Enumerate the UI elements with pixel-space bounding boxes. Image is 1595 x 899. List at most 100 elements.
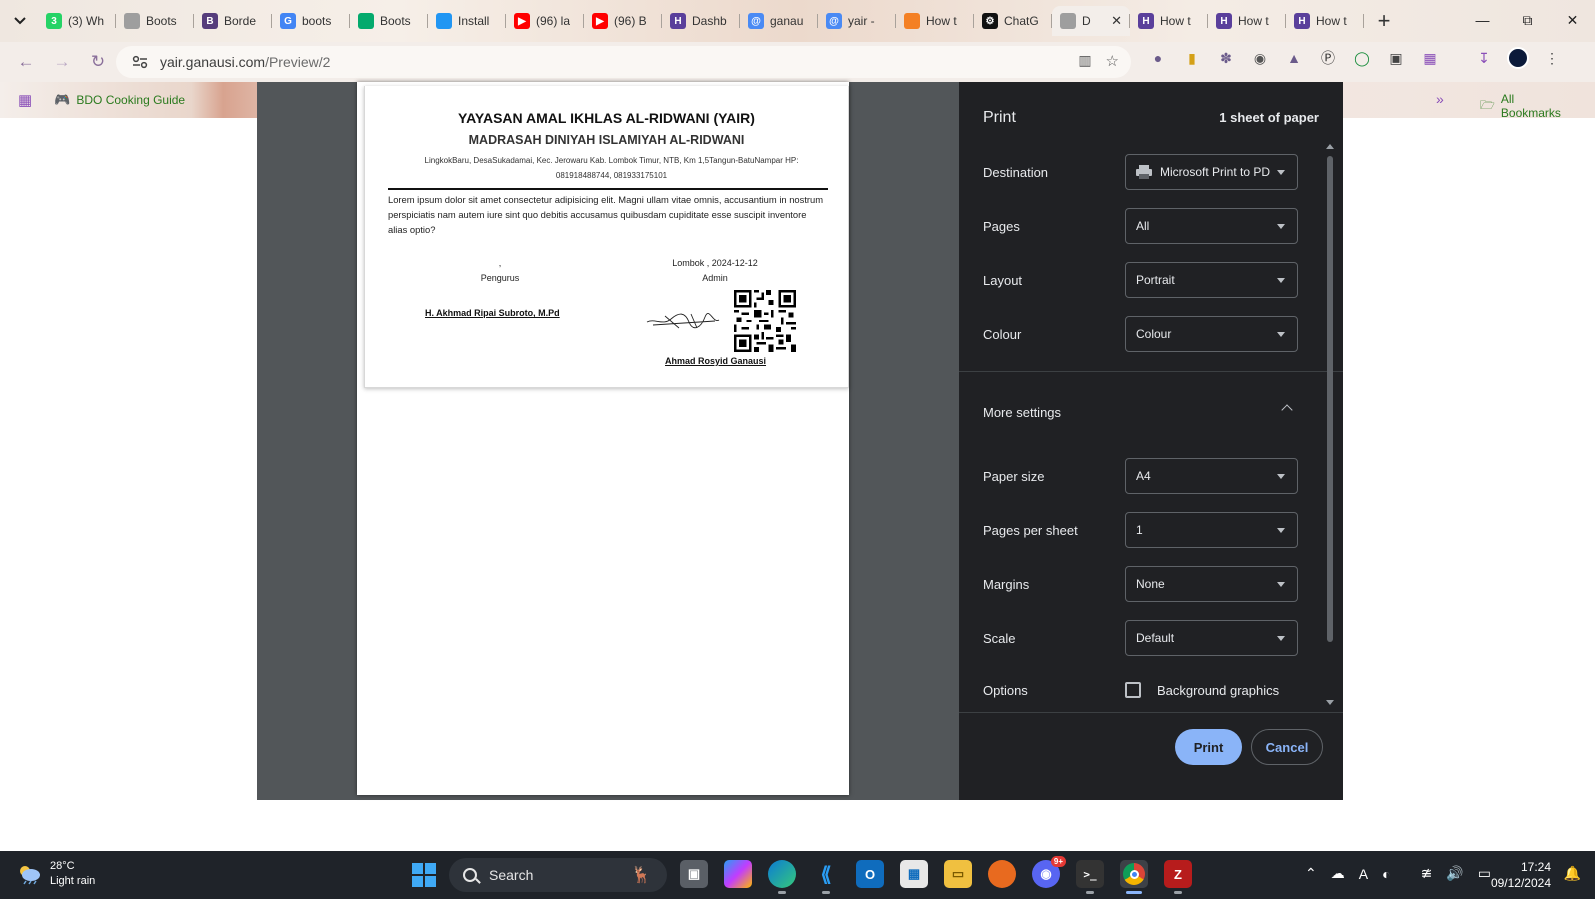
address-bar[interactable]: yair.ganausi.com/Preview/2 ▥ ☆	[116, 46, 1131, 78]
taskbar-search[interactable]: Search 🦌	[449, 858, 667, 892]
chrome-icon[interactable]	[1120, 860, 1148, 894]
browser-tab[interactable]: H How t	[1286, 6, 1364, 36]
preview-page: YAYASAN AMAL IKHLAS AL-RIDWANI (YAIR) MA…	[357, 82, 849, 795]
apps-icon[interactable]: ▦	[18, 91, 32, 109]
copilot-icon[interactable]	[724, 860, 752, 888]
pages-select[interactable]: All	[1125, 208, 1298, 244]
taskbar-apps: ▣ ⟪ O ▦ ▭ ◉ 9+ >_ Z	[680, 856, 1192, 894]
translate-icon[interactable]: ▥	[1078, 52, 1091, 70]
browser-tab[interactable]: ⚙ ChatG	[974, 6, 1052, 36]
tray-overflow-icon[interactable]: ⌃	[1305, 865, 1317, 882]
tab-title: Install	[458, 14, 490, 28]
volume-icon[interactable]: 🔊	[1446, 865, 1463, 882]
extension-icon[interactable]: ▲	[1282, 46, 1306, 70]
destination-select[interactable]: Microsoft Print to PDF	[1125, 154, 1298, 190]
browser-tab[interactable]: Boots	[350, 6, 428, 36]
background-graphics-option[interactable]: Background graphics	[1125, 682, 1279, 698]
profile-avatar[interactable]	[1506, 46, 1530, 70]
bookmark-label: All Bookmarks	[1500, 92, 1561, 120]
extension-icon[interactable]: ✽	[1214, 46, 1238, 70]
battery-icon[interactable]: ▭	[1478, 865, 1491, 882]
restore-button[interactable]: ⧉	[1505, 0, 1550, 40]
task-view-icon[interactable]: ▣	[680, 860, 708, 888]
robot-icon[interactable]: ▣	[1384, 46, 1408, 70]
destination-label: Destination	[983, 164, 1049, 180]
scroll-down-arrow-icon[interactable]	[1326, 700, 1334, 705]
scroll-thumb[interactable]	[1327, 156, 1333, 642]
browser-tab[interactable]: D ✕	[1052, 6, 1130, 36]
notification-bell-icon[interactable]: 🔔	[1564, 865, 1581, 882]
terminal-icon[interactable]: >_	[1076, 860, 1104, 894]
discord-icon[interactable]: ◉ 9+	[1032, 856, 1066, 888]
extension-icon[interactable]: ◯	[1350, 46, 1374, 70]
cancel-button[interactable]: Cancel	[1251, 729, 1323, 765]
reload-button[interactable]: ↻	[82, 46, 114, 78]
outlook-icon[interactable]: O	[856, 860, 884, 888]
site-settings-icon[interactable]	[132, 55, 148, 69]
camera-icon[interactable]: ◉	[1248, 46, 1272, 70]
browser-tab[interactable]: @ ganau	[740, 6, 818, 36]
paper-size-select[interactable]: A4	[1125, 458, 1298, 494]
browser-tab[interactable]: Install	[428, 6, 506, 36]
browser-menu-icon[interactable]: ⋮	[1540, 46, 1564, 70]
background-graphics-checkbox[interactable]	[1125, 682, 1141, 698]
wifi-icon[interactable]: ≇	[1421, 865, 1433, 882]
browser-tab[interactable]: Gboots	[272, 6, 350, 36]
browser-tab[interactable]: B Borde	[194, 6, 272, 36]
extension-icon[interactable]: ●	[1146, 46, 1170, 70]
weather-desc: Light rain	[50, 875, 96, 887]
more-bookmarks-icon[interactable]: »	[1436, 91, 1444, 107]
browser-tab[interactable]: ▶ (96) B	[584, 6, 662, 36]
bookmark-all[interactable]: 🗁 All Bookmarks	[1480, 92, 1573, 120]
filezilla-icon[interactable]: Z	[1164, 860, 1192, 894]
weather-widget[interactable]: 28°C Light rain	[16, 859, 95, 889]
puzzle-icon[interactable]: ▦	[1418, 46, 1442, 70]
browser-toolbar: ← → ↻ yair.ganausi.com/Preview/2 ▥ ☆ ● ▮…	[0, 42, 1595, 82]
folder-icon: 🗁	[1480, 97, 1495, 112]
scroll-up-arrow-icon[interactable]	[1326, 144, 1334, 149]
store-icon[interactable]: ▦	[900, 860, 928, 888]
browser-tab[interactable]: ▶ (96) la	[506, 6, 584, 36]
browser-tab[interactable]: 3 (3) Wh	[38, 6, 116, 36]
more-settings-label: More settings	[983, 404, 1062, 420]
scale-select[interactable]: Default	[1125, 620, 1298, 656]
browser-tab[interactable]: Boots	[116, 6, 194, 36]
pages-per-sheet-select[interactable]: 1	[1125, 512, 1298, 548]
file-explorer-icon[interactable]: ▭	[944, 860, 972, 888]
onedrive-icon[interactable]: ☁	[1331, 865, 1345, 882]
firefox-icon[interactable]	[988, 860, 1016, 888]
youtube-icon: ▶	[514, 13, 530, 29]
back-button[interactable]: ←	[10, 46, 42, 78]
extension-icon[interactable]: Ⓟ	[1316, 46, 1340, 70]
margins-select[interactable]: None	[1125, 566, 1298, 602]
settings-scrollbar[interactable]	[1326, 144, 1334, 714]
layout-select[interactable]: Portrait	[1125, 262, 1298, 298]
browser-tab[interactable]: How t	[896, 6, 974, 36]
tab-close-icon[interactable]: ✕	[1111, 13, 1122, 29]
minimize-button[interactable]: —	[1460, 0, 1505, 40]
browser-tab[interactable]: H How t	[1130, 6, 1208, 36]
bookmark-bdo[interactable]: 🎮 BDO Cooking Guide	[54, 92, 185, 108]
edge-icon[interactable]	[768, 860, 796, 894]
tab-search-button[interactable]	[8, 9, 32, 33]
extension-icon[interactable]: ▮	[1180, 46, 1204, 70]
heroku-icon: H	[670, 13, 686, 29]
close-window-button[interactable]: ✕	[1550, 0, 1595, 40]
browser-tab[interactable]: H Dashb	[662, 6, 740, 36]
ime-icon[interactable]: A	[1359, 866, 1368, 882]
browser-tab[interactable]: H How t	[1208, 6, 1286, 36]
browser-tab[interactable]: @ yair -	[818, 6, 896, 36]
start-button[interactable]	[412, 863, 436, 887]
more-settings-toggle[interactable]: More settings	[983, 400, 1299, 424]
vscode-icon[interactable]: ⟪	[812, 860, 840, 894]
new-tab-button[interactable]: +	[1370, 7, 1398, 35]
sync-icon[interactable]: ◐	[1382, 866, 1390, 882]
paper-size-label: Paper size	[983, 468, 1045, 484]
forward-button[interactable]: →	[46, 46, 78, 78]
colour-label: Colour	[983, 326, 1022, 342]
taskbar-clock[interactable]: 17:24 09/12/2024	[1491, 859, 1551, 891]
print-button[interactable]: Print	[1175, 729, 1242, 765]
bookmark-star-icon[interactable]: ☆	[1106, 52, 1119, 70]
colour-select[interactable]: Colour	[1125, 316, 1298, 352]
download-icon[interactable]: ↧	[1472, 46, 1496, 70]
